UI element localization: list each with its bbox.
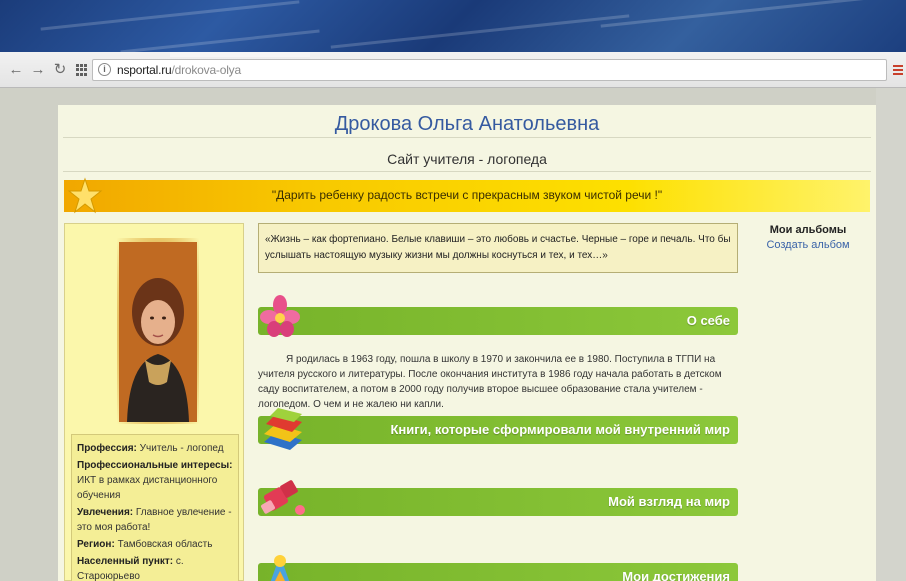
back-arrow-icon[interactable]: ←: [8, 62, 24, 78]
section-title: Книги, которые сформировали мой внутренн…: [390, 422, 730, 437]
section-about[interactable]: О себе: [258, 295, 738, 337]
site-info-icon[interactable]: i: [98, 63, 111, 76]
portrait-image: [119, 242, 197, 422]
motto-banner: "Дарить ребенку радость встречи с прекра…: [64, 177, 870, 214]
profile-panel: Профессия: Учитель - логопед Профессиона…: [64, 223, 244, 581]
forward-arrow-icon[interactable]: →: [30, 62, 46, 78]
section-title: О себе: [686, 313, 730, 328]
page-subtitle: Сайт учителя - логопеда: [387, 151, 547, 167]
reload-icon[interactable]: ↻: [52, 62, 68, 78]
page-margin: [876, 88, 906, 581]
profile-info: Профессия: Учитель - логопед Профессиона…: [71, 434, 239, 581]
apps-grid-icon[interactable]: [76, 64, 88, 76]
lipstick-icon: [261, 480, 305, 515]
about-text: Я родилась в 1963 году, пошла в школу в …: [258, 354, 722, 410]
create-album-link[interactable]: Создать альбом: [758, 238, 858, 253]
section-achievements[interactable]: Мои достижения: [258, 555, 738, 581]
books-icon: [264, 408, 302, 450]
profile-photo[interactable]: [117, 238, 199, 424]
section-books[interactable]: Книги, которые сформировали мой внутренн…: [258, 408, 738, 450]
quote-block: «Жизнь – как фортепиано. Белые клавиши –…: [258, 223, 738, 273]
hobbies-row: Увлечения: Главное увлечение - это моя р…: [77, 507, 232, 533]
divider: [63, 171, 871, 172]
divider: [63, 137, 871, 138]
browser-toolbar: ← → ↻ i nsportal.ru/drokova-olya: [0, 52, 906, 88]
motto-text: "Дарить ребенку радость встречи с прекра…: [271, 188, 663, 202]
locality-row: Населенный пункт: с. Староюрьево: [77, 556, 184, 581]
url-text: nsportal.ru/drokova-olya: [117, 63, 241, 77]
region-row: Регион: Тамбовская область: [77, 539, 213, 550]
decorative-banner: [0, 0, 906, 52]
section-worldview[interactable]: Мой взгляд на мир: [258, 480, 738, 516]
browser-tab[interactable]: [170, 52, 310, 57]
albums-title: Мои альбомы: [769, 224, 847, 236]
section-title: Мой взгляд на мир: [608, 494, 730, 509]
albums-widget: Мои альбомы Создать альбом: [758, 223, 858, 253]
profession-row: Профессия: Учитель - логопед: [77, 443, 224, 454]
section-title: Мои достижения: [622, 569, 730, 581]
flower-icon: [260, 295, 300, 337]
extension-icon[interactable]: [893, 65, 903, 75]
page-title: Дрокова Ольга Анатольевна: [334, 113, 600, 135]
address-bar[interactable]: i nsportal.ru/drokova-olya: [92, 59, 887, 81]
page-content: Дрокова Ольга Анатольевна Сайт учителя -…: [58, 105, 876, 581]
interests-row: Профессиональные интересы: ИКТ в рамках …: [77, 460, 233, 501]
achievement-icon: [270, 555, 290, 581]
